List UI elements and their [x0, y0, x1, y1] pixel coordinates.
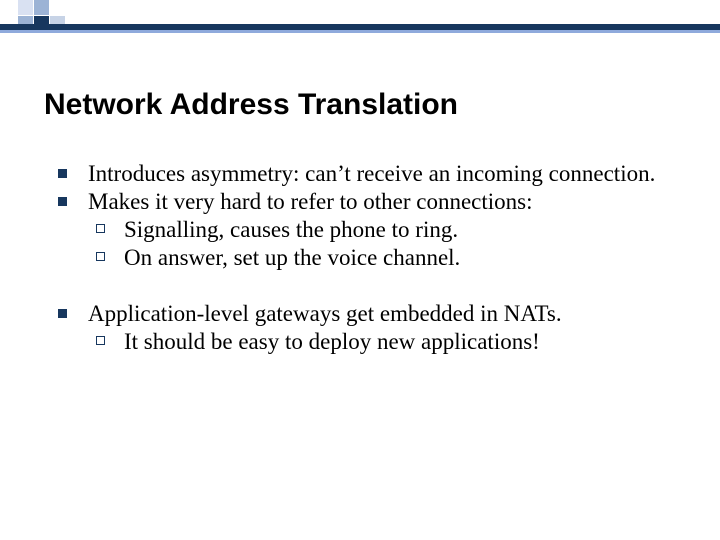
bullet-level1: Makes it very hard to refer to other con… [44, 188, 684, 216]
slide-title: Network Address Translation [44, 88, 458, 122]
spacer [44, 272, 684, 300]
bullet-text: Application-level gateways get embedded … [88, 301, 562, 326]
bullet-text: Makes it very hard to refer to other con… [88, 189, 533, 214]
bullet-level2: On answer, set up the voice channel. [44, 244, 684, 272]
deco-square [18, 0, 33, 15]
bullet-level1: Introduces asymmetry: can’t receive an i… [44, 160, 684, 188]
bullet-text: Introduces asymmetry: can’t receive an i… [88, 161, 655, 186]
bullet-text: On answer, set up the voice channel. [124, 245, 460, 270]
bullet-text: Signalling, causes the phone to ring. [124, 217, 458, 242]
bullet-text: It should be easy to deploy new applicat… [124, 329, 540, 354]
deco-square [34, 0, 49, 15]
bullet-level1: Application-level gateways get embedded … [44, 300, 684, 328]
deco-bar-light [0, 30, 720, 33]
slide-body: Introduces asymmetry: can’t receive an i… [44, 160, 684, 356]
bullet-level2: It should be easy to deploy new applicat… [44, 328, 684, 356]
bullet-level2: Signalling, causes the phone to ring. [44, 216, 684, 244]
header-decoration [0, 0, 720, 40]
slide: Network Address Translation Introduces a… [0, 0, 720, 540]
